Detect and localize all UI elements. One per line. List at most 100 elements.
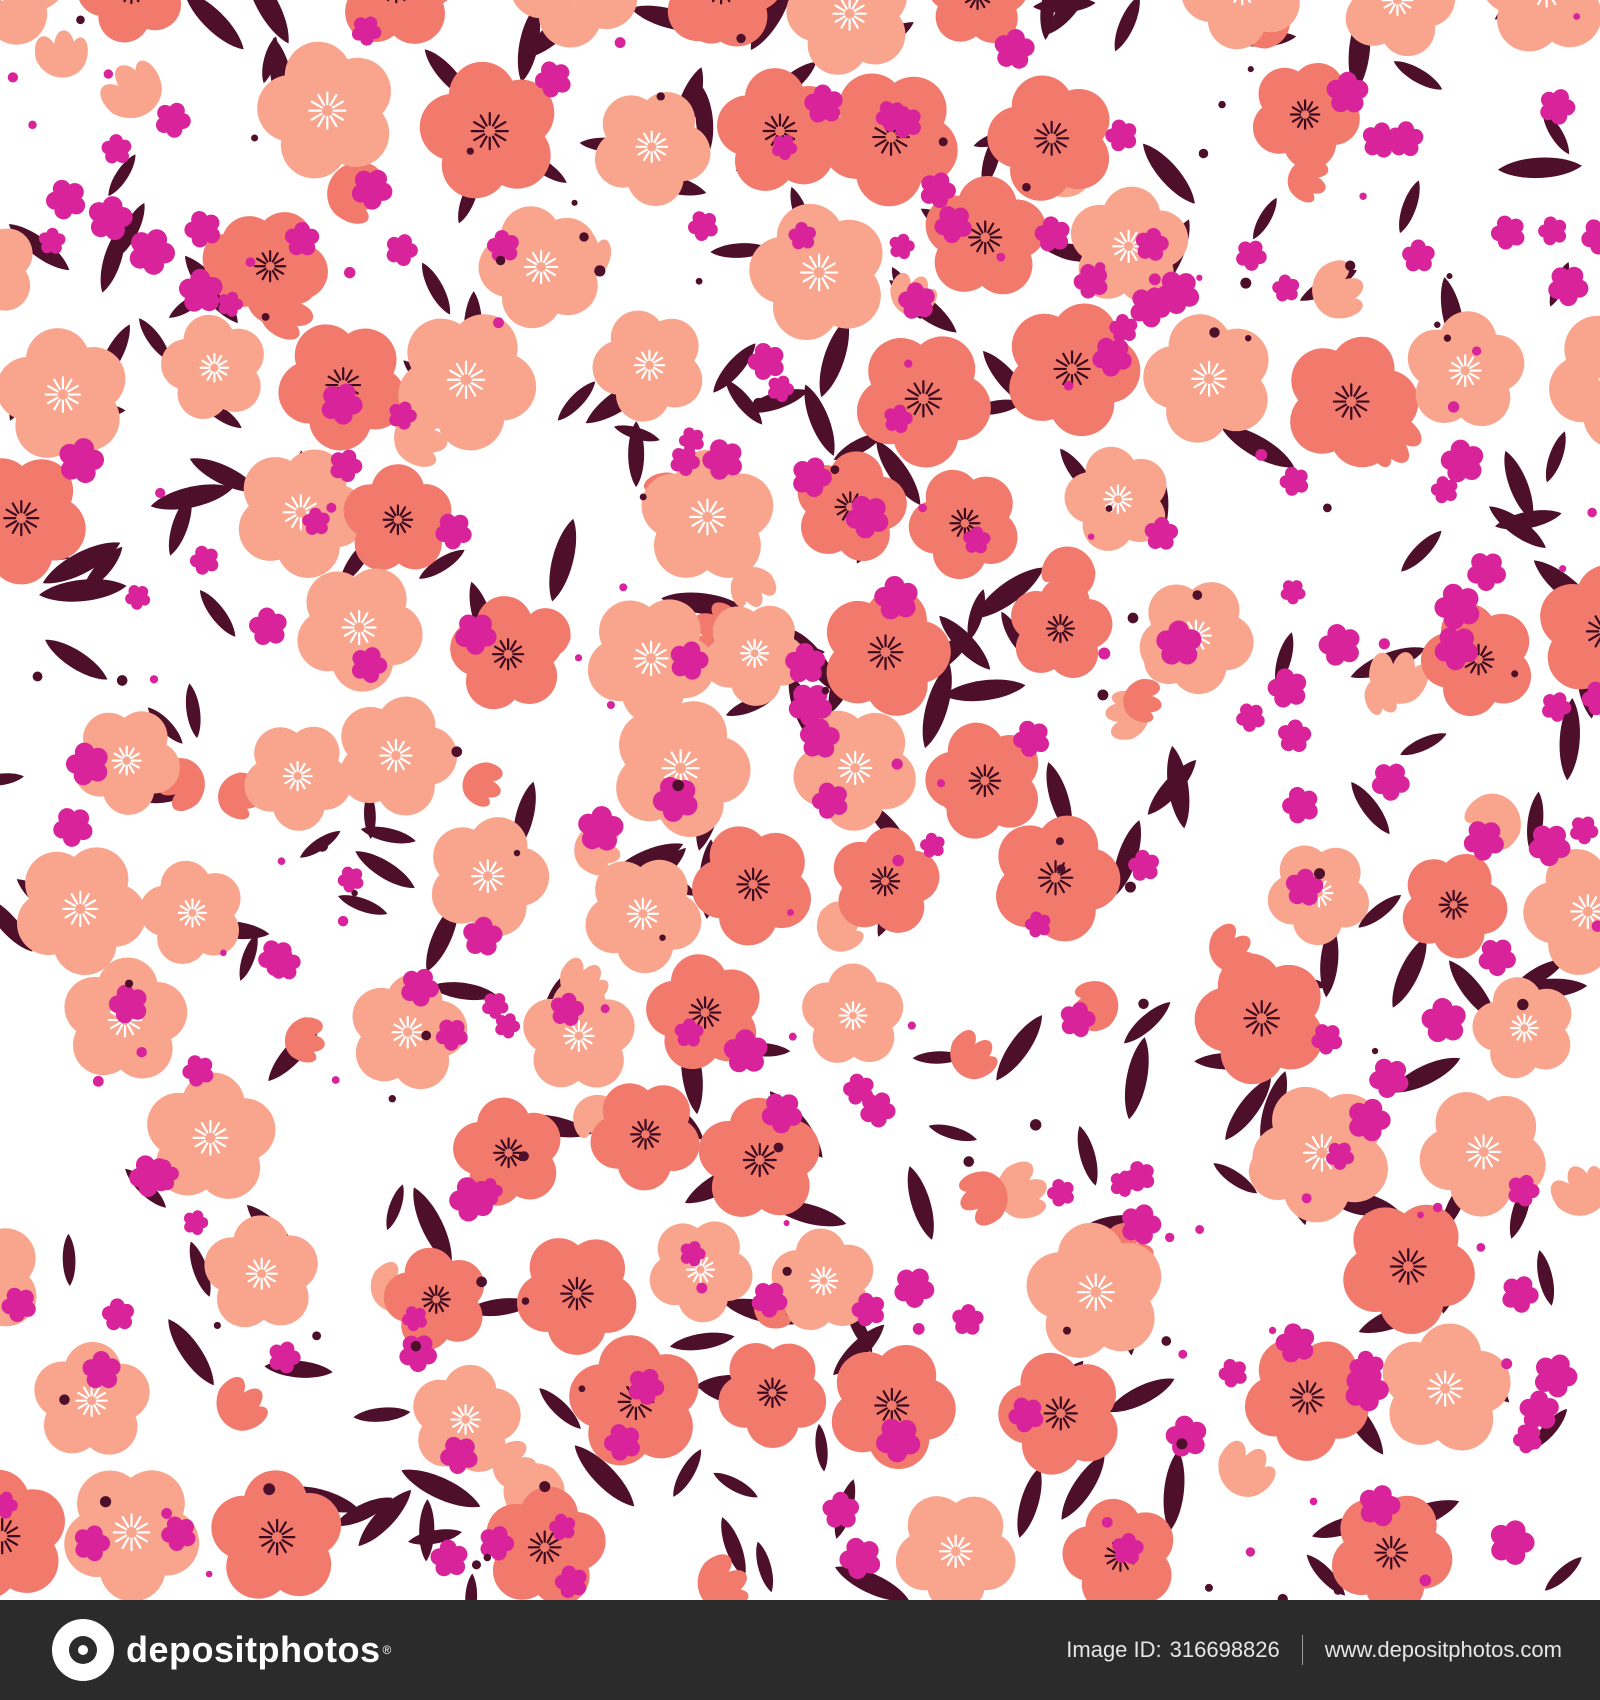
pattern-dot: [1573, 13, 1581, 20]
pattern-dot: [245, 257, 256, 268]
pattern-dot: [471, 1560, 482, 1570]
pattern-dot: [1022, 182, 1031, 192]
pattern-dot: [518, 1151, 529, 1162]
pattern-dot: [1255, 449, 1268, 461]
magenta-blossom: [120, 579, 156, 615]
pattern-dot: [606, 700, 615, 710]
pattern-dot: [92, 1075, 104, 1087]
pattern-dot: [1245, 1547, 1256, 1557]
magenta-blossom: [333, 860, 370, 898]
magenta-blossom: [381, 228, 423, 270]
flower-bud: [457, 757, 508, 811]
pattern-dot: [116, 675, 128, 686]
pattern-dot: [1138, 998, 1149, 1010]
pattern-dot: [1029, 1119, 1042, 1131]
pattern-dot: [1209, 327, 1220, 338]
pattern-dot: [1268, 1326, 1277, 1335]
magenta-blossom: [1261, 661, 1316, 715]
magenta-blossom: [1276, 718, 1313, 753]
flower-bud: [204, 1369, 278, 1442]
magenta-blossom: [98, 1293, 141, 1336]
leaf: [1540, 1552, 1586, 1596]
pattern-dot: [493, 317, 504, 329]
pattern-dot: [904, 359, 913, 368]
leaf: [0, 770, 25, 789]
magenta-blossom: [1042, 1173, 1081, 1212]
leaf: [926, 1120, 979, 1146]
pattern-dot: [1164, 1232, 1175, 1243]
peach-flower: [0, 196, 56, 336]
footer-divider: [1301, 1635, 1303, 1665]
magenta-blossom: [1534, 82, 1581, 129]
magenta-blossom: [1231, 696, 1272, 737]
leaf: [182, 682, 204, 740]
pattern-dot: [1443, 334, 1452, 342]
pattern-dot: [483, 1553, 492, 1562]
pattern-dot: [1094, 262, 1106, 273]
pattern-dot: [996, 252, 1006, 262]
leaf: [668, 1328, 736, 1355]
pattern-dot: [1472, 346, 1482, 356]
pattern-dot: [1359, 192, 1367, 200]
pattern-dot: [672, 779, 685, 792]
leaf: [751, 1539, 778, 1594]
pattern-dot: [1240, 277, 1252, 289]
pattern-dot: [656, 92, 665, 101]
pattern-dot: [892, 854, 904, 867]
peach-flower: [40, 1437, 226, 1600]
footer-info: Image ID: 316698826 www.depositphotos.co…: [1066, 1635, 1562, 1665]
pattern-dot: [1161, 1336, 1172, 1346]
pattern-dot: [312, 1331, 322, 1341]
pattern-dot: [388, 1095, 396, 1103]
pattern-dot: [124, 979, 134, 988]
pattern-dot: [466, 147, 474, 155]
leaf: [160, 1313, 222, 1391]
pattern-dot: [1587, 507, 1597, 518]
magenta-blossom: [1483, 1513, 1540, 1570]
coral-flower: [1269, 317, 1435, 480]
pattern-dot: [600, 1004, 610, 1014]
peach-flower: [192, 1200, 336, 1346]
magenta-blossom: [1485, 208, 1533, 256]
magenta-blossom: [1276, 574, 1311, 609]
pattern-dot: [753, 397, 765, 409]
pattern-dot: [1526, 1399, 1536, 1409]
magenta-blossom: [1274, 460, 1316, 502]
pattern-dot: [1148, 273, 1161, 286]
peach-flower: [32, 1339, 152, 1457]
pattern-dot: [787, 909, 794, 917]
pattern-dot: [161, 1507, 173, 1519]
leaf: [381, 1182, 409, 1232]
leaf: [352, 1405, 411, 1425]
peach-flower: [237, 15, 423, 202]
pattern-dot: [938, 137, 948, 147]
pattern-dot: [103, 69, 114, 79]
pattern-dot: [1127, 612, 1139, 624]
flower-bud: [1543, 1154, 1600, 1227]
leaf: [62, 1233, 77, 1287]
pattern-dot: [1195, 1225, 1205, 1234]
pattern-dot: [1446, 273, 1453, 280]
pattern-dot: [821, 686, 830, 695]
pattern-dot: [918, 503, 927, 513]
pattern-dot: [1087, 533, 1095, 540]
brand-name: depositphotos: [126, 1629, 381, 1670]
magenta-blossom: [886, 230, 918, 261]
leaf: [194, 585, 242, 642]
pattern-dot: [574, 654, 583, 662]
peach-flower: [1465, 0, 1600, 73]
magenta-blossom: [682, 204, 725, 247]
flower-bud: [1207, 1432, 1284, 1508]
site-url: www.depositphotos.com: [1324, 1637, 1562, 1662]
pattern-dot: [421, 1030, 432, 1041]
pattern-dot: [251, 134, 259, 142]
pattern-dot: [1309, 1497, 1318, 1506]
peach-flower: [1161, 0, 1328, 70]
pattern-dot: [1378, 638, 1390, 650]
pattern-dot: [155, 487, 166, 499]
pattern-dot: [788, 1032, 797, 1041]
floral-pattern: [0, 0, 1600, 1600]
flower-bud: [686, 1546, 760, 1600]
pattern-dot: [696, 1282, 708, 1294]
leaf: [177, 0, 251, 57]
